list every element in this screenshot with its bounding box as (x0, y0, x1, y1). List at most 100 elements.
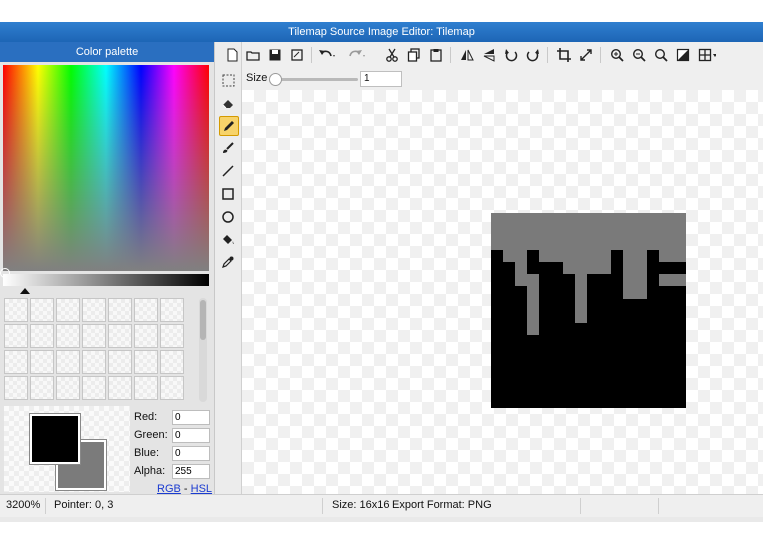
fill-tool[interactable] (219, 230, 237, 248)
ramp-marker-icon[interactable] (20, 288, 30, 294)
palette-swatch[interactable] (82, 376, 106, 400)
rectangle-tool[interactable] (219, 185, 237, 203)
rotate-left-button[interactable] (502, 46, 520, 64)
flip-horizontal-button[interactable] (458, 46, 476, 64)
palette-header: Color palette (0, 42, 214, 62)
palette-swatch[interactable] (134, 324, 158, 348)
palette-swatch[interactable] (30, 376, 54, 400)
resize-icon (580, 49, 592, 61)
paint-bucket-icon (223, 235, 234, 244)
zoom-in-icon (610, 48, 624, 62)
palette-swatch[interactable] (56, 350, 80, 374)
tools-column (215, 42, 242, 494)
palette-swatches (4, 298, 194, 406)
pencil-tool[interactable] (219, 116, 239, 136)
copy-button[interactable] (405, 46, 423, 64)
zoom-level: 3200% (6, 499, 41, 511)
brush-tool[interactable] (219, 139, 237, 157)
toolbar-separator (311, 47, 312, 63)
zoom-fit-button[interactable] (652, 46, 670, 64)
save-as-button[interactable] (288, 46, 306, 64)
size-slider-knob[interactable] (269, 73, 282, 86)
background-toggle-button[interactable] (674, 46, 692, 64)
palette-swatch[interactable] (82, 324, 106, 348)
new-file-icon (227, 48, 238, 62)
zoom-out-button[interactable] (630, 46, 648, 64)
crop-icon (557, 48, 571, 62)
undo-icon (319, 50, 335, 57)
line-tool[interactable] (219, 162, 237, 180)
scrollbar-thumb[interactable] (200, 300, 206, 340)
palette-swatch[interactable] (4, 324, 28, 348)
palette-swatch[interactable] (108, 350, 132, 374)
redo-icon (349, 50, 365, 57)
alpha-input[interactable] (172, 463, 210, 479)
rectangle-icon (222, 188, 234, 200)
palette-swatch[interactable] (134, 376, 158, 400)
tile-image[interactable] (491, 213, 686, 408)
flip-vertical-button[interactable] (480, 46, 498, 64)
palette-swatch[interactable] (134, 298, 158, 322)
eraser-tool[interactable] (219, 94, 237, 112)
size-slider-track[interactable] (270, 78, 358, 81)
blue-input[interactable] (172, 445, 210, 461)
foreground-color-swatch[interactable] (30, 414, 80, 464)
palette-swatch[interactable] (82, 350, 106, 374)
zoom-in-button[interactable] (608, 46, 626, 64)
palette-swatch[interactable] (30, 350, 54, 374)
rotate-right-icon (526, 49, 539, 62)
save-button[interactable] (266, 46, 284, 64)
toolbar-separator (450, 47, 451, 63)
image-canvas[interactable] (242, 90, 763, 494)
open-button[interactable] (244, 46, 262, 64)
new-button[interactable] (223, 46, 241, 64)
selection-rect-icon (222, 74, 234, 86)
ellipse-tool[interactable] (219, 208, 237, 226)
redo-button[interactable] (348, 46, 366, 64)
eyedropper-tool[interactable] (219, 253, 237, 271)
line-icon (222, 165, 234, 177)
palette-swatch[interactable] (56, 324, 80, 348)
grid-button[interactable] (698, 46, 716, 64)
green-label: Green: (134, 429, 168, 441)
palette-swatch[interactable] (108, 324, 132, 348)
red-input[interactable] (172, 409, 210, 425)
green-input[interactable] (172, 427, 210, 443)
zoom-fit-icon (654, 48, 668, 62)
palette-swatch[interactable] (160, 350, 184, 374)
palette-swatch[interactable] (56, 298, 80, 322)
folder-icon (246, 51, 260, 61)
palette-scrollbar[interactable] (199, 298, 207, 402)
brightness-ramp[interactable] (3, 274, 209, 286)
status-divider (658, 498, 659, 514)
undo-button[interactable] (318, 46, 336, 64)
size-value-input[interactable]: 1 (360, 71, 402, 87)
palette-swatch[interactable] (108, 376, 132, 400)
size-bar: Size 1 (242, 68, 763, 90)
save-icon (269, 49, 281, 61)
eraser-icon (222, 100, 233, 109)
palette-swatch[interactable] (30, 324, 54, 348)
palette-swatch[interactable] (56, 376, 80, 400)
palette-swatch[interactable] (108, 298, 132, 322)
palette-swatch[interactable] (160, 298, 184, 322)
crop-button[interactable] (555, 46, 573, 64)
select-tool[interactable] (219, 71, 237, 89)
color-spectrum[interactable] (0, 65, 209, 278)
alpha-label: Alpha: (134, 465, 166, 477)
flip-horizontal-icon (461, 49, 474, 61)
palette-swatch[interactable] (160, 324, 184, 348)
rotate-right-button[interactable] (524, 46, 542, 64)
paste-button[interactable] (427, 46, 445, 64)
palette-swatch[interactable] (160, 376, 184, 400)
main-toolbar (227, 42, 763, 68)
palette-swatch[interactable] (134, 350, 158, 374)
cut-button[interactable] (383, 46, 401, 64)
resize-button[interactable] (577, 46, 595, 64)
palette-swatch[interactable] (4, 350, 28, 374)
palette-swatch[interactable] (30, 298, 54, 322)
palette-swatch[interactable] (4, 376, 28, 400)
palette-swatch[interactable] (4, 298, 28, 322)
palette-swatch[interactable] (82, 298, 106, 322)
color-preview (4, 406, 130, 492)
